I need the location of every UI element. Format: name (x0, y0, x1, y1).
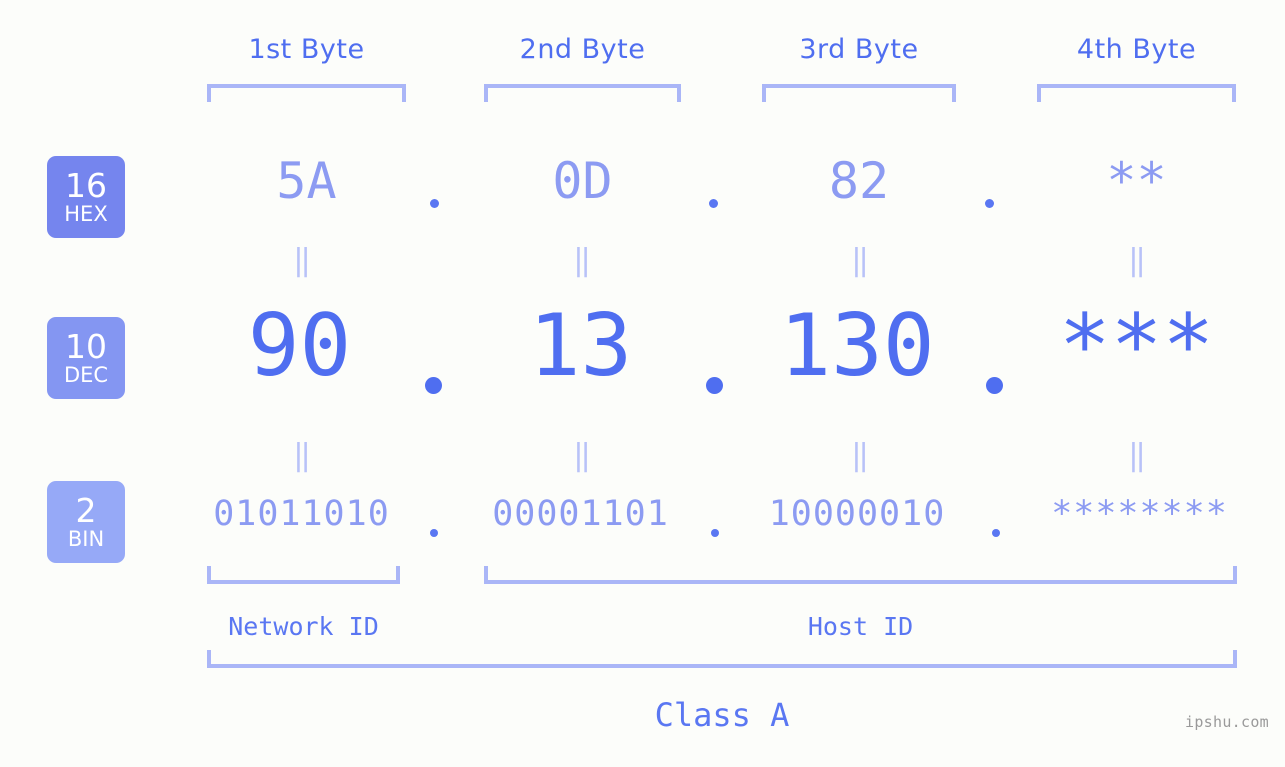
byte-header-2: 2nd Byte (519, 34, 646, 65)
base-badge-dec: 10 DEC (47, 317, 125, 399)
dec-dot-1 (425, 377, 442, 394)
network-id-bracket (207, 566, 400, 584)
equals-mark-2-1: ‖ (292, 438, 311, 473)
base-badge-dec-number: 10 (65, 327, 107, 366)
base-badge-hex-number: 16 (65, 166, 107, 205)
byte-header-1: 1st Byte (248, 34, 365, 65)
equals-mark-2-3: ‖ (850, 438, 869, 473)
byte-header-3: 3rd Byte (799, 34, 919, 65)
equals-mark-1-3: ‖ (850, 243, 869, 278)
hex-byte-1-value: 5A (276, 152, 337, 210)
byte-bracket-1 (207, 84, 406, 102)
base-badge-hex: 16 HEX (47, 156, 125, 238)
hex-byte-4-value: ** (1106, 152, 1167, 210)
dec-dot-2 (706, 377, 723, 394)
equals-mark-1-4: ‖ (1127, 243, 1146, 278)
hex-dot-3 (985, 199, 994, 208)
dec-byte-1-value: 90 (247, 296, 352, 396)
bin-byte-2-value: 00001101 (492, 494, 669, 534)
base-badge-bin-number: 2 (75, 491, 97, 530)
network-id-label: Network ID (228, 612, 379, 641)
hex-dot-2 (709, 199, 718, 208)
hex-dot-1 (430, 199, 439, 208)
host-id-bracket (484, 566, 1237, 584)
dec-byte-4-value: *** (1058, 296, 1215, 396)
base-badge-dec-label: DEC (63, 363, 109, 387)
equals-mark-1-2: ‖ (572, 243, 591, 278)
class-label: Class A (654, 696, 790, 734)
hex-byte-3-value: 82 (828, 152, 890, 210)
byte-bracket-3 (762, 84, 956, 102)
bin-dot-1 (430, 529, 438, 537)
byte-bracket-4 (1037, 84, 1236, 102)
dec-byte-3-value: 130 (779, 296, 935, 396)
bin-dot-2 (711, 529, 719, 537)
byte-header-4: 4th Byte (1076, 34, 1197, 65)
dec-dot-3 (986, 377, 1003, 394)
equals-mark-2-2: ‖ (572, 438, 591, 473)
bin-byte-3-value: 10000010 (768, 494, 946, 534)
hex-byte-2-value: 0D (552, 152, 613, 210)
base-badge-hex-label: HEX (64, 202, 108, 226)
base-badge-bin: 2 BIN (47, 481, 125, 563)
byte-bracket-2 (484, 84, 681, 102)
equals-mark-1-1: ‖ (292, 243, 311, 278)
base-badge-bin-label: BIN (67, 527, 105, 551)
host-id-label: Host ID (807, 612, 914, 641)
bin-byte-1-value: 01011010 (213, 494, 390, 534)
class-bracket (207, 650, 1237, 668)
bin-byte-4-value: ******** (1051, 494, 1228, 534)
bin-dot-3 (992, 529, 1000, 537)
site-watermark: ipshu.com (1185, 713, 1269, 731)
dec-byte-2-value: 13 (528, 296, 633, 396)
equals-mark-2-4: ‖ (1127, 438, 1146, 473)
